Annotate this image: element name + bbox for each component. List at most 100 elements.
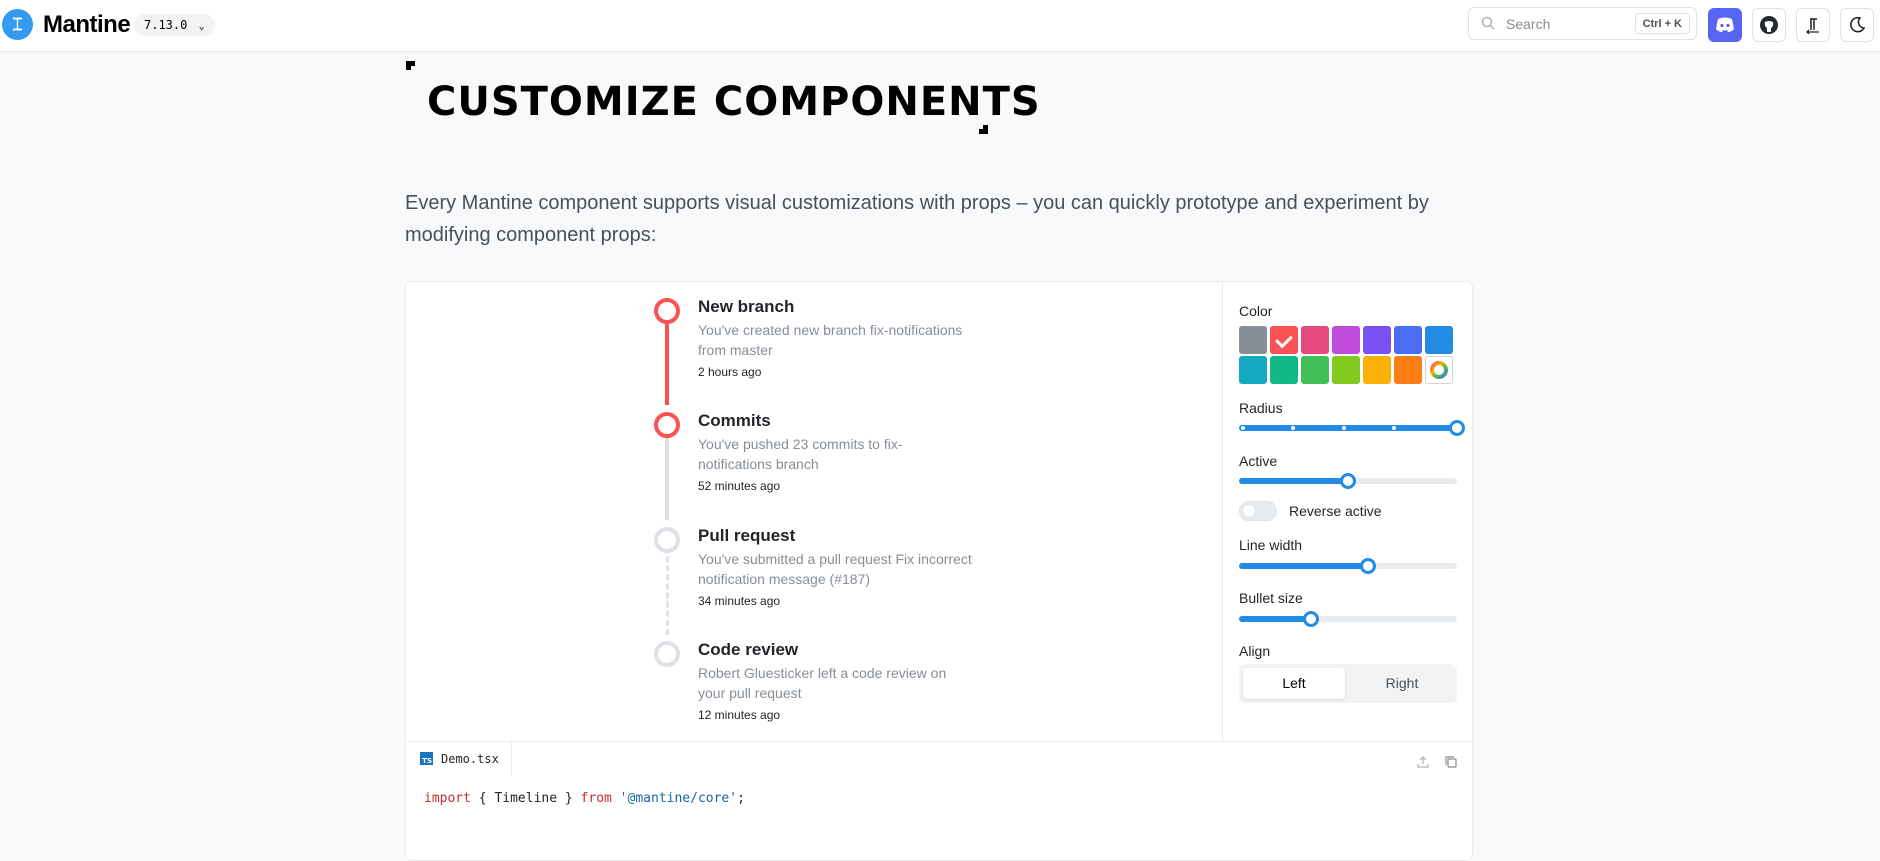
bullet-size-slider[interactable]: [1239, 611, 1457, 627]
color-swatch[interactable]: [1301, 356, 1329, 384]
timeline-bullet: [654, 527, 680, 553]
timeline-bullet: [654, 298, 680, 324]
expand-icon[interactable]: [1416, 755, 1430, 769]
code-keyword: from: [580, 791, 612, 806]
github-button[interactable]: [1752, 8, 1786, 42]
active-slider[interactable]: [1239, 473, 1457, 489]
bullet-size-slider-fill: [1239, 616, 1311, 622]
color-swatch[interactable]: [1425, 326, 1453, 354]
timeline-item-text: You've submitted a pull request Fix inco…: [698, 551, 972, 587]
slider-mark: [1291, 426, 1295, 430]
radius-slider[interactable]: [1239, 420, 1465, 436]
slider-mark: [1392, 426, 1396, 430]
custom-color-picker-button[interactable]: [1425, 356, 1453, 384]
timeline-item-title: New branch: [698, 297, 795, 316]
search-shortcut: Ctrl + K: [1634, 13, 1690, 34]
line-width-slider-thumb[interactable]: [1359, 558, 1376, 574]
timeline-item-title: Code review: [698, 640, 799, 659]
timeline-item-text: You've pushed 23 commits to fix-notifica…: [698, 436, 903, 472]
color-scheme-button[interactable]: [1840, 8, 1874, 42]
active-slider-thumb[interactable]: [1340, 473, 1356, 489]
timeline-item-title: Pull request: [698, 526, 796, 545]
timeline-item-text: Robert Gluesticker left a code review on…: [698, 665, 947, 701]
corner-decoration-bottom-right: [979, 125, 988, 134]
typescript-file-icon: TS: [420, 752, 433, 765]
switch-knob: [1242, 504, 1256, 518]
timeline-item-time: 12 minutes ago: [698, 708, 781, 722]
demo-preview: New branch You've created new branch fix…: [406, 282, 1222, 741]
timeline-item-time: 52 minutes ago: [698, 479, 781, 493]
timeline-item: New branch You've created new branch fix…: [698, 296, 998, 380]
slider-mark: [1241, 426, 1245, 430]
color-swatch[interactable]: [1363, 326, 1391, 354]
timeline-item-time: 2 hours ago: [698, 365, 762, 379]
color-swatch[interactable]: [1239, 356, 1267, 384]
timeline-bullet: [654, 412, 680, 438]
active-slider-fill: [1239, 478, 1348, 484]
align-left-option[interactable]: Left: [1243, 668, 1345, 699]
code-text: { Timeline }: [470, 791, 581, 806]
active-label: Active: [1239, 453, 1278, 469]
color-swatch[interactable]: [1270, 326, 1298, 354]
color-wheel-icon: [1430, 361, 1448, 379]
color-swatch[interactable]: [1363, 356, 1391, 384]
timeline-item-time: 34 minutes ago: [698, 594, 781, 608]
logo-text[interactable]: Mantine: [43, 11, 131, 39]
configurator-demo: New branch You've created new branch fix…: [405, 281, 1473, 861]
line-width-label: Line width: [1239, 537, 1303, 553]
radius-slider-fill: [1239, 425, 1457, 431]
timeline-item-text: You've created new branch fix-notificati…: [698, 322, 963, 358]
github-icon: [1760, 16, 1778, 34]
color-label: Color: [1239, 303, 1273, 319]
file-tab-demo[interactable]: TS Demo.tsx: [406, 742, 512, 776]
color-swatch[interactable]: [1301, 326, 1329, 354]
code-text: ;: [737, 791, 745, 806]
align-label: Align: [1239, 643, 1271, 659]
section-title: CUSTOMIZE COMPONENTS: [427, 79, 1041, 125]
moon-icon: [1850, 16, 1866, 33]
timeline-item-title: Commits: [698, 411, 771, 430]
timeline-item: Code review Robert Gluesticker left a co…: [698, 639, 998, 723]
text-direction-icon: [1806, 18, 1819, 34]
code-line: import { Timeline } from '@mantine/core'…: [424, 791, 745, 806]
section-description: Every Mantine component supports visual …: [405, 192, 1429, 246]
color-swatch[interactable]: [1270, 356, 1298, 384]
align-right-option[interactable]: Right: [1351, 668, 1453, 699]
discord-button[interactable]: [1708, 8, 1742, 42]
color-swatch[interactable]: [1332, 326, 1360, 354]
color-swatch[interactable]: [1332, 356, 1360, 384]
line-width-slider[interactable]: [1239, 558, 1457, 574]
color-swatch[interactable]: [1394, 326, 1422, 354]
chevron-down-icon: ⌄: [198, 21, 205, 32]
timeline-item: Pull request You've submitted a pull req…: [698, 525, 998, 609]
copy-icon[interactable]: [1444, 755, 1458, 769]
search-icon: [1481, 16, 1495, 30]
configurator-controls: Color Radius Active Reverse active Line …: [1222, 282, 1472, 741]
version-label: 7.13.0: [144, 18, 188, 32]
mantine-logo-icon[interactable]: ⌶: [2, 9, 33, 40]
code-keyword: import: [424, 791, 471, 806]
search-input[interactable]: Search Ctrl + K: [1468, 7, 1697, 40]
radius-slider-thumb[interactable]: [1449, 420, 1465, 436]
version-select[interactable]: 7.13.0 ⌄: [134, 14, 215, 36]
bullet-size-label: Bullet size: [1239, 590, 1303, 606]
reverse-active-switch[interactable]: [1239, 501, 1277, 521]
timeline-bullet: [654, 641, 680, 667]
discord-icon: [1716, 17, 1734, 32]
color-swatch[interactable]: [1239, 326, 1267, 354]
search-placeholder: Search: [1506, 16, 1551, 32]
timeline-item: Commits You've pushed 23 commits to fix-…: [698, 410, 998, 494]
align-segmented-control: Left Right: [1239, 664, 1457, 703]
radius-label: Radius: [1239, 400, 1283, 416]
bullet-size-slider-thumb[interactable]: [1302, 611, 1319, 627]
code-string: '@mantine/core': [611, 791, 738, 806]
file-tab-label: Demo.tsx: [441, 751, 499, 766]
rtl-toggle-button[interactable]: [1796, 8, 1830, 42]
code-tabs-bar: TS Demo.tsx: [406, 741, 1472, 781]
line-width-slider-fill: [1239, 563, 1368, 569]
slider-mark: [1342, 426, 1346, 430]
top-header: ⌶ Mantine 7.13.0 ⌄ Search Ctrl + K: [0, 0, 1880, 52]
corner-decoration-top-left: [406, 61, 415, 70]
color-swatch[interactable]: [1394, 356, 1422, 384]
reverse-active-label: Reverse active: [1289, 503, 1382, 519]
